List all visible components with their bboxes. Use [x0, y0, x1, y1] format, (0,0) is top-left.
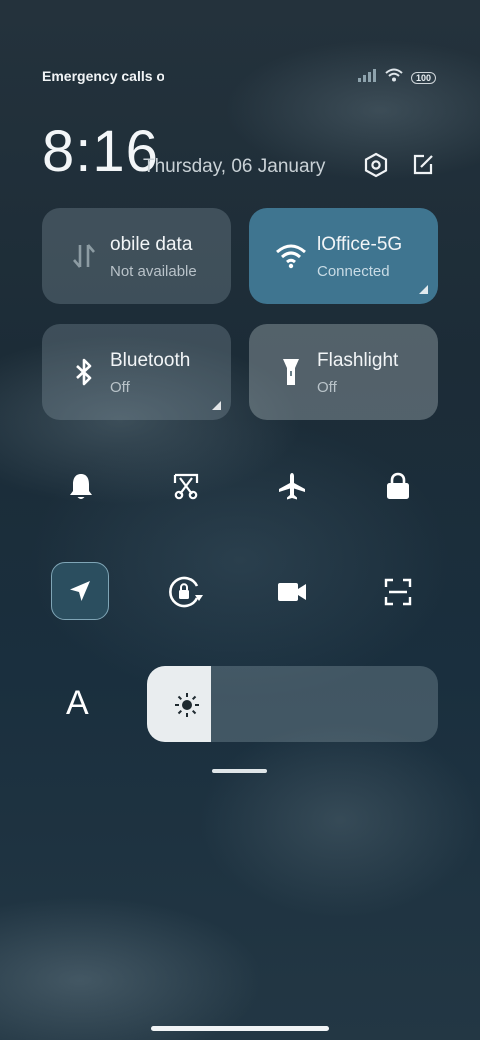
settings-hexagon-icon: [364, 152, 388, 178]
edit-button[interactable]: [408, 150, 438, 180]
wifi-network-name: lOffice-5G: [317, 234, 403, 255]
screenshot-toggle[interactable]: [166, 466, 206, 506]
wifi-expand-corner-icon[interactable]: [419, 285, 428, 294]
wifi-status: Connected: [317, 263, 390, 280]
scan-icon: [384, 578, 412, 606]
bluetooth-label: Bluetooth: [110, 350, 191, 371]
airplane-icon: [279, 473, 305, 500]
mobile-data-label: obile data: [110, 234, 193, 255]
brightness-slider[interactable]: [147, 666, 438, 742]
bell-icon: [70, 474, 92, 499]
video-icon: [278, 583, 306, 601]
location-icon: [70, 581, 90, 601]
bluetooth-tile[interactable]: Bluetooth Off: [42, 324, 231, 420]
bluetooth-status: Off: [110, 379, 130, 396]
flashlight-icon: [275, 356, 307, 388]
airplane-toggle[interactable]: [272, 466, 312, 506]
settings-button[interactable]: [361, 150, 391, 180]
status-icons: 100: [357, 68, 436, 87]
sound-toggle[interactable]: [61, 466, 101, 506]
mobile-data-tile[interactable]: obile data Not available: [42, 208, 231, 304]
flashlight-status: Off: [317, 379, 337, 396]
clock-time: 8:16: [42, 119, 159, 184]
status-carrier-text: Emergency calls o: [42, 68, 164, 84]
clock-date: Thursday, 06 January: [143, 156, 326, 177]
rotation-lock-icon: [169, 576, 203, 608]
wifi-icon: [275, 240, 307, 272]
lock-icon: [387, 472, 409, 499]
bluetooth-icon: [68, 356, 100, 388]
data-arrows-icon: [68, 240, 100, 272]
battery-indicator: 100: [410, 71, 436, 84]
panel-drag-handle[interactable]: [212, 769, 267, 773]
bluetooth-expand-corner-icon[interactable]: [212, 401, 221, 410]
screenshot-icon: [173, 473, 199, 500]
mobile-data-status: Not available: [110, 263, 197, 280]
location-toggle[interactable]: [51, 562, 109, 620]
edit-icon: [413, 154, 433, 175]
wifi-tile[interactable]: lOffice-5G Connected: [249, 208, 438, 304]
flashlight-tile[interactable]: Flashlight Off: [249, 324, 438, 420]
sun-icon: [174, 692, 200, 723]
screen-recorder-toggle[interactable]: [272, 572, 312, 612]
rotation-lock-toggle[interactable]: [166, 572, 206, 612]
flashlight-label: Flashlight: [317, 350, 399, 371]
home-indicator[interactable]: [151, 1026, 329, 1031]
signal-icon: [357, 68, 377, 87]
lock-screen-toggle[interactable]: [378, 466, 418, 506]
scanner-toggle[interactable]: [378, 572, 418, 612]
wifi-status-icon: [385, 68, 403, 87]
auto-brightness-button[interactable]: A: [66, 684, 89, 723]
